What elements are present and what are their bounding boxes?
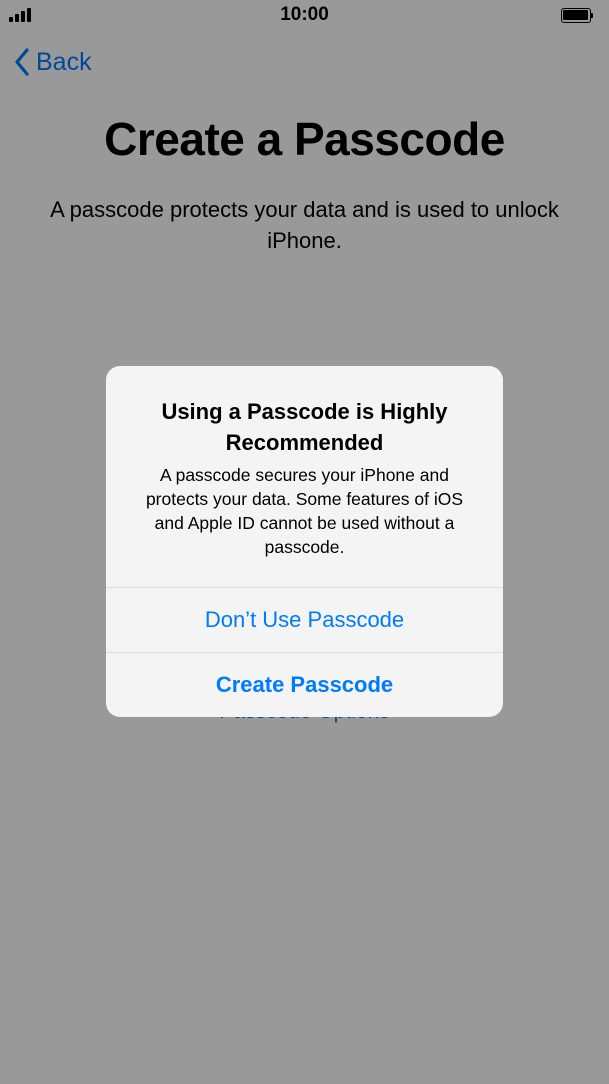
create-passcode-screen: 10:00 Back Create a Passcode A passcode …: [0, 0, 609, 1084]
passcode-alert-dialog: Using a Passcode is Highly Recommended A…: [106, 366, 503, 717]
dont-use-passcode-button[interactable]: Don’t Use Passcode: [106, 587, 503, 652]
alert-title: Using a Passcode is Highly Recommended: [161, 399, 448, 455]
alert-message: A passcode secures your iPhone and prote…: [145, 465, 464, 557]
create-passcode-button[interactable]: Create Passcode: [106, 652, 503, 717]
